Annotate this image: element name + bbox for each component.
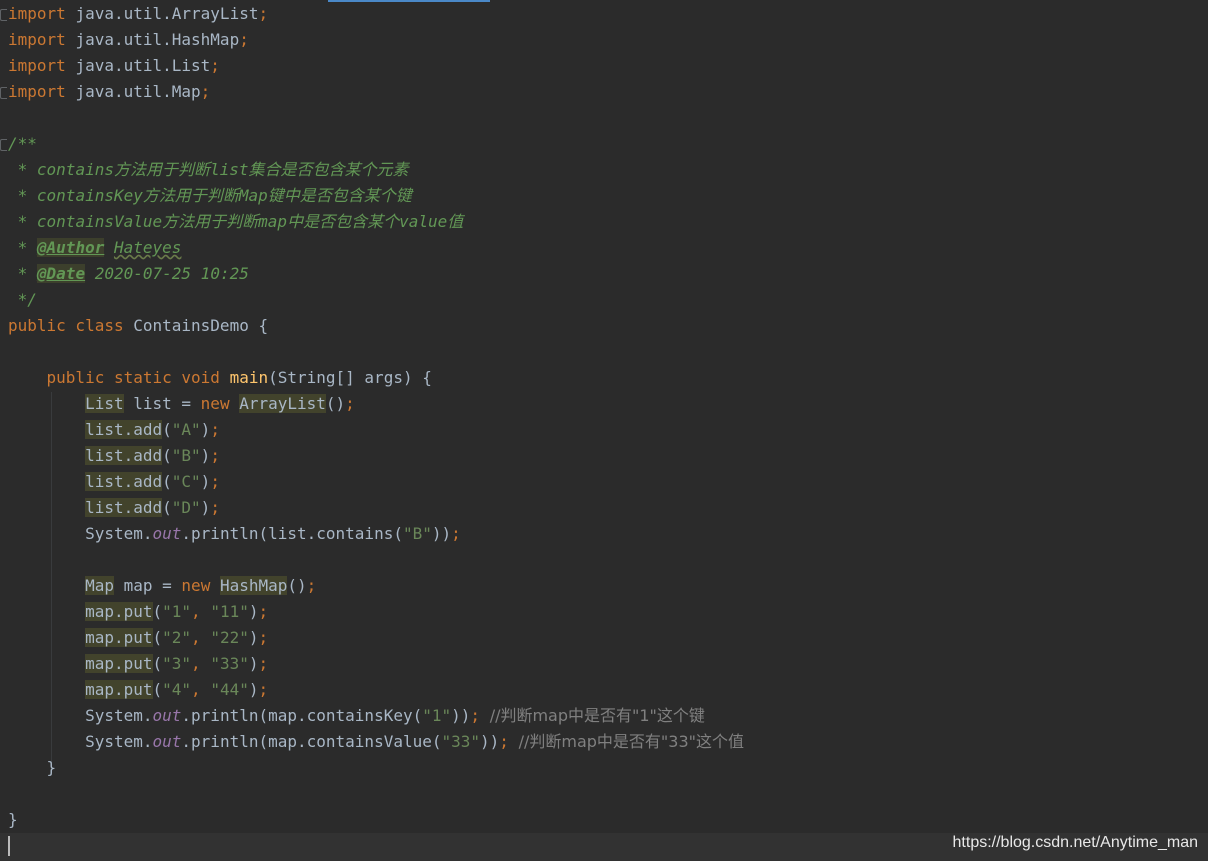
- javadoc-author-tag[interactable]: @Author: [36, 238, 105, 257]
- javadoc-line-containskey[interactable]: * containsKey方法用于判断Map键中是否包含某个键: [8, 183, 412, 209]
- code-line-import-3[interactable]: import java.util.List;: [8, 53, 220, 79]
- code-line-map-put[interactable]: map.put("1", "11");: [8, 599, 268, 625]
- code-line-list-new[interactable]: List list = new ArrayList();: [8, 391, 355, 417]
- method-closing-brace[interactable]: }: [8, 755, 57, 781]
- fold-marker-icon[interactable]: [0, 139, 7, 151]
- code-line-map-put[interactable]: map.put("3", "33");: [8, 651, 268, 677]
- code-line-containsvalue[interactable]: System.out.println(map.containsValue("33…: [8, 729, 744, 755]
- class-closing-brace[interactable]: }: [8, 807, 18, 833]
- fold-marker-icon[interactable]: [0, 87, 7, 99]
- code-line-map-new[interactable]: Map map = new HashMap();: [8, 573, 316, 599]
- javadoc-line-containsvalue[interactable]: * containsValue方法用于判断map中是否包含某个value值: [8, 209, 464, 235]
- code-line-list-add[interactable]: list.add("A");: [8, 417, 220, 443]
- code-line-map-put[interactable]: map.put("2", "22");: [8, 625, 268, 651]
- code-line-import-2[interactable]: import java.util.HashMap;: [8, 27, 249, 53]
- javadoc-open[interactable]: /**: [8, 131, 37, 157]
- code-line-list-add[interactable]: list.add("B");: [8, 443, 220, 469]
- tab-indicator: [328, 0, 490, 2]
- javadoc-date-tag[interactable]: @Date: [36, 264, 86, 283]
- code-line-containskey[interactable]: System.out.println(map.containsKey("1"))…: [8, 703, 705, 729]
- code-line-list-add[interactable]: list.add("D");: [8, 495, 220, 521]
- text-caret: [8, 836, 10, 856]
- method-declaration[interactable]: public static void main(String[] args) {: [8, 365, 432, 391]
- code-line-map-put[interactable]: map.put("4", "44");: [8, 677, 268, 703]
- class-declaration[interactable]: public class ContainsDemo {: [8, 313, 268, 339]
- watermark: https://blog.csdn.net/Anytime_man: [952, 834, 1198, 851]
- javadoc-author-value: Hateyes: [113, 238, 182, 257]
- javadoc-date[interactable]: * @Date 2020-07-25 10:25: [8, 261, 249, 287]
- javadoc-line-contains[interactable]: * contains方法用于判断list集合是否包含某个元素: [8, 157, 409, 183]
- javadoc-author[interactable]: * @Author Hateyes: [8, 235, 181, 261]
- code-line-list-add[interactable]: list.add("C");: [8, 469, 220, 495]
- javadoc-close[interactable]: */: [8, 287, 37, 313]
- fold-marker-icon[interactable]: [0, 9, 7, 21]
- code-line-import-4[interactable]: import java.util.Map;: [8, 79, 210, 105]
- code-line-import-1[interactable]: import java.util.ArrayList;: [8, 1, 268, 27]
- code-editor[interactable]: import java.util.ArrayList; import java.…: [0, 0, 1208, 861]
- code-line-list-contains[interactable]: System.out.println(list.contains("B"));: [8, 521, 461, 547]
